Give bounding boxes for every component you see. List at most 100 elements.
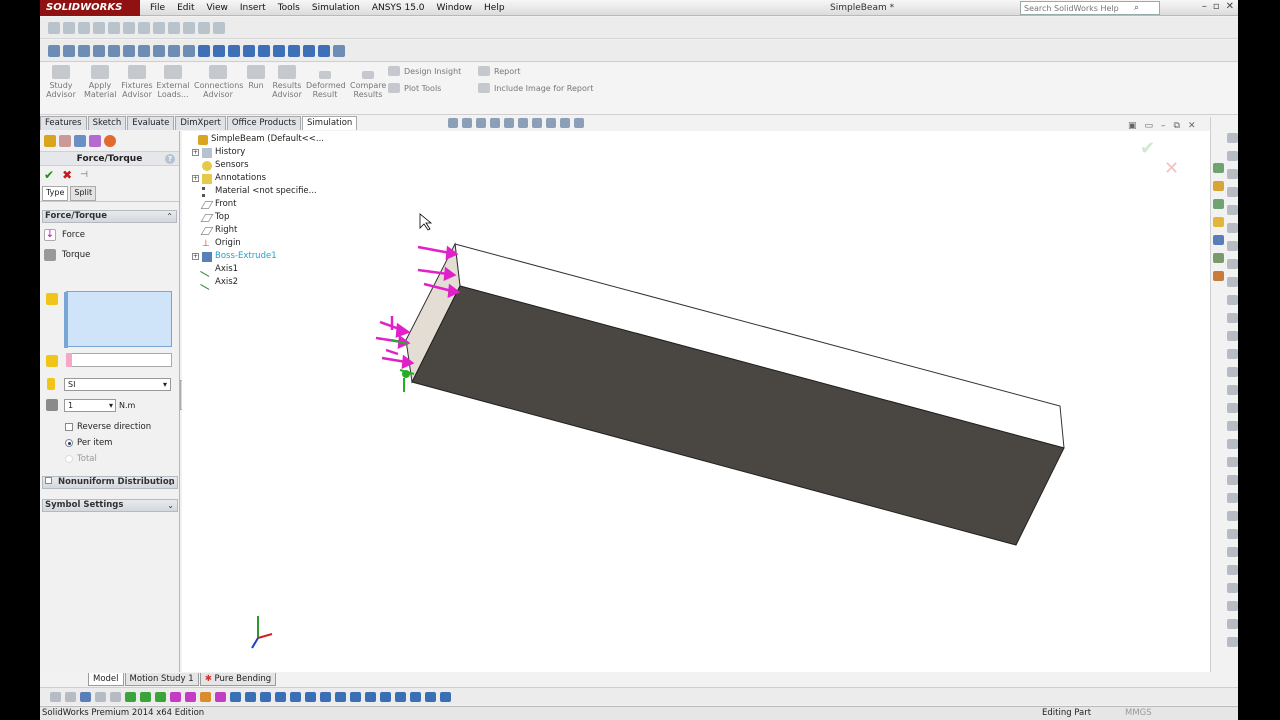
results-advisor-button[interactable]: Results Advisor	[270, 65, 304, 99]
tree-item-history[interactable]: + History	[188, 146, 324, 159]
viewport-minimize-icon[interactable]: –	[1161, 121, 1166, 131]
report-button[interactable]: Report	[478, 66, 521, 76]
connector-icon[interactable]	[110, 691, 121, 702]
sketch-scale-tool-icon[interactable]	[1227, 529, 1238, 539]
tree-item-axis2[interactable]: Axis2	[188, 275, 324, 290]
tab-evaluate[interactable]: Evaluate	[127, 116, 175, 130]
symbol-settings-header[interactable]: Symbol Settings ⌄	[42, 499, 178, 512]
sketch-point-tool-icon[interactable]	[1227, 313, 1238, 323]
bearing-icon[interactable]	[440, 691, 451, 702]
force-option[interactable]: ↓ Force	[40, 225, 179, 245]
menu-insert[interactable]: Insert	[234, 0, 272, 16]
chevron-down-icon[interactable]: ⌄	[167, 500, 174, 511]
design-library-icon[interactable]	[1213, 181, 1224, 191]
tab-features[interactable]: Features	[40, 116, 87, 130]
tab-dimxpert[interactable]: DimXpert	[175, 116, 226, 130]
undo-icon[interactable]	[108, 21, 120, 34]
section-view-icon[interactable]	[93, 44, 105, 57]
apply-scene-icon[interactable]	[560, 118, 570, 128]
dimetric-view-icon[interactable]	[318, 44, 330, 57]
roller-icon[interactable]	[140, 691, 151, 702]
edit-appearance-icon[interactable]	[153, 44, 165, 57]
previous-view-icon[interactable]	[78, 44, 90, 57]
menu-simulation[interactable]: Simulation	[306, 0, 366, 16]
sketch-circle-tool-icon[interactable]	[1227, 169, 1238, 179]
help-search-box[interactable]: ⌕	[1020, 1, 1160, 15]
select-icon[interactable]	[168, 21, 180, 34]
run-study-icon[interactable]	[80, 691, 91, 702]
cancel-icon[interactable]: ✖	[62, 168, 72, 182]
menu-window[interactable]: Window	[431, 0, 479, 16]
viewport-close-icon[interactable]: ✕	[1188, 121, 1196, 131]
deformed-result-button[interactable]: Deformed Result	[306, 71, 346, 99]
zoom-to-area-icon[interactable]	[462, 118, 472, 128]
resources-icon[interactable]	[1213, 163, 1224, 173]
tab-office-products[interactable]: Office Products	[226, 116, 302, 130]
edge-weld-icon[interactable]	[410, 691, 421, 702]
tree-item-material[interactable]: Material <not specifie...	[188, 185, 324, 198]
sketch-move-tool-icon[interactable]	[1227, 493, 1238, 503]
help-search-input[interactable]	[1024, 3, 1134, 13]
restore-icon[interactable]: ▫	[1213, 1, 1220, 12]
faces-selection-box[interactable]	[64, 291, 172, 348]
tab-simulation[interactable]: Simulation	[302, 116, 358, 130]
mesh-icon[interactable]	[65, 691, 76, 702]
normal-to-icon[interactable]	[333, 44, 345, 57]
direction-selection-box[interactable]	[66, 353, 172, 367]
sketch-mirror-tool-icon[interactable]	[1227, 277, 1238, 287]
file-explorer-icon[interactable]	[1213, 199, 1224, 209]
fixtures-advisor-button[interactable]: Fixtures Advisor	[120, 65, 154, 99]
sketch-copy-tool-icon[interactable]	[1227, 547, 1238, 557]
subtab-split[interactable]: Split	[70, 186, 97, 201]
property-manager-icon[interactable]	[59, 135, 71, 147]
contact-set-icon[interactable]	[335, 691, 346, 702]
sketch-extend-tool-icon[interactable]	[1227, 457, 1238, 467]
options-icon[interactable]	[153, 21, 165, 34]
sketch-centerline-tool-icon[interactable]	[1227, 331, 1238, 341]
sketch-arc-tool-icon[interactable]	[1227, 187, 1238, 197]
redo-icon[interactable]	[123, 21, 135, 34]
sketch-picture-tool-icon[interactable]	[1227, 637, 1238, 647]
sketch-trim-tool-icon[interactable]	[1227, 241, 1238, 251]
save-icon[interactable]	[78, 21, 90, 34]
custom-properties-icon[interactable]	[1213, 253, 1224, 263]
subtab-type[interactable]: Type	[42, 186, 69, 201]
centrifugal-icon[interactable]	[230, 691, 241, 702]
open-icon[interactable]	[63, 21, 75, 34]
tab-model[interactable]: Model	[88, 673, 124, 686]
sketch-offset-tool-icon[interactable]	[1227, 259, 1238, 269]
sketch-slot-tool-icon[interactable]	[1227, 385, 1238, 395]
bolt-icon[interactable]	[380, 691, 391, 702]
solidworks-forum-icon[interactable]	[1213, 271, 1224, 281]
line-icon[interactable]	[213, 21, 225, 34]
sketch-text-tool-icon[interactable]	[1227, 349, 1238, 359]
sketch-grid-tool-icon[interactable]	[1227, 601, 1238, 611]
study-advisor-button[interactable]: Study Advisor	[46, 65, 76, 99]
external-loads-button[interactable]: External Loads...	[156, 65, 190, 99]
design-insight-button[interactable]: Design Insight	[388, 66, 461, 76]
ok-icon[interactable]: ✔	[44, 168, 54, 182]
view-orientation-icon[interactable]	[504, 118, 514, 128]
torque-icon[interactable]	[185, 691, 196, 702]
edit-appearance-icon[interactable]	[546, 118, 556, 128]
sketch-ellipse-tool-icon[interactable]	[1227, 403, 1238, 413]
tree-item-boss-extrude[interactable]: + Boss-Extrude1	[188, 250, 324, 263]
viewport-restore-icon[interactable]: ▭	[1145, 121, 1154, 131]
display-style-icon[interactable]	[518, 118, 528, 128]
search-icon[interactable]: ⌕	[1134, 3, 1139, 13]
view-settings-icon[interactable]	[183, 44, 195, 57]
menu-file[interactable]: File	[144, 0, 171, 16]
torque-option[interactable]: Torque	[40, 245, 179, 265]
front-view-icon[interactable]	[198, 44, 210, 57]
sketch-line-tool-icon[interactable]	[1227, 133, 1238, 143]
run-button[interactable]: Run	[246, 65, 266, 90]
display-style-icon[interactable]	[123, 44, 135, 57]
temperature-icon[interactable]	[290, 691, 301, 702]
sketch-block-tool-icon[interactable]	[1227, 619, 1238, 629]
sketch-chamfer-tool-icon[interactable]	[1227, 439, 1238, 449]
apply-material-button[interactable]: Apply Material	[84, 65, 117, 99]
trimetric-view-icon[interactable]	[303, 44, 315, 57]
hide-show-icon[interactable]	[138, 44, 150, 57]
pushpin-icon[interactable]: ⊣	[80, 170, 88, 180]
pressure-icon[interactable]	[200, 691, 211, 702]
